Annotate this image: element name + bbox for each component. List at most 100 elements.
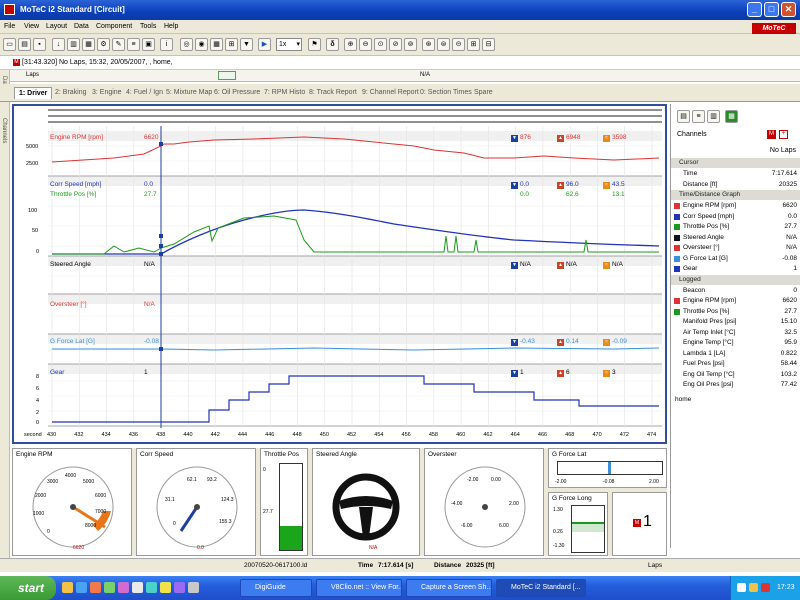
logged-channel-row[interactable]: Beacon 0 xyxy=(671,286,800,296)
zoom-lap-icon[interactable]: ⊞ xyxy=(467,38,480,51)
menu-help[interactable]: Help xyxy=(164,23,178,30)
quicklaunch-icon[interactable] xyxy=(90,582,101,593)
logged-channel-row[interactable]: Engine Temp [°C] 95.9 xyxy=(671,338,800,348)
workbook-icon[interactable]: ▦ xyxy=(82,38,95,51)
zoom-select[interactable]: 1x ▾ xyxy=(276,38,302,51)
maximize-button[interactable]: □ xyxy=(764,2,779,17)
time-distance-graph[interactable]: Engine RPM [rpm] 6620 Corr Speed [mph] 0… xyxy=(12,104,667,444)
zoom-section-icon[interactable]: ⊟ xyxy=(482,38,495,51)
menu-tools[interactable]: Tools xyxy=(140,23,156,30)
zoom-reset-icon[interactable]: ⊚ xyxy=(404,38,417,51)
save-icon[interactable]: ▪ xyxy=(33,38,46,51)
marker-icon[interactable]: ⚑ xyxy=(308,38,321,51)
logged-channel-row[interactable]: Fuel Pres [psi] 58.44 xyxy=(671,359,800,369)
quicklaunch-icon[interactable] xyxy=(174,582,185,593)
graph-channel-row[interactable]: Steered Angle N/A xyxy=(671,233,800,243)
info-icon[interactable]: i xyxy=(160,38,173,51)
task-digiguide[interactable]: DigiGuide xyxy=(240,579,312,597)
tray-icon[interactable] xyxy=(749,583,758,592)
quicklaunch-icon[interactable] xyxy=(76,582,87,593)
channels-tab[interactable]: Channels xyxy=(1,118,7,143)
minimize-button[interactable]: _ xyxy=(747,2,762,17)
task-v8clio[interactable]: V8Clio.net :: View For... xyxy=(316,579,402,597)
open-data-icon[interactable]: ▥ xyxy=(67,38,80,51)
delta-icon[interactable]: δ xyxy=(326,38,339,51)
window-icon[interactable]: ▣ xyxy=(142,38,155,51)
reference-icon[interactable]: ◎ xyxy=(180,38,193,51)
columns-icon[interactable]: ▥ xyxy=(707,110,720,123)
tab-track-report[interactable]: 8: Track Report xyxy=(309,89,357,96)
logged-channel-row[interactable]: Eng Oil Pres [psi] 77.42 xyxy=(671,380,800,390)
add-icon[interactable]: + xyxy=(779,130,788,139)
tab-oil-pressure[interactable]: 6: Oil Pressure xyxy=(214,89,260,96)
tab-channel-report[interactable]: 9: Channel Report xyxy=(362,89,419,96)
cursor-row[interactable]: Time 7:17.614 xyxy=(671,169,800,179)
maths-icon[interactable]: M xyxy=(767,130,776,139)
tab-rpm-histo[interactable]: 7: RPM Histo xyxy=(264,89,305,96)
graph-channel-row[interactable]: Engine RPM [rpm] 6620 xyxy=(671,201,800,211)
green-table-icon[interactable]: ▦ xyxy=(725,110,738,123)
zoom-out-icon[interactable]: ⊖ xyxy=(359,38,372,51)
list-icon[interactable]: ≡ xyxy=(692,110,705,123)
laps-range-slider[interactable] xyxy=(218,71,236,80)
play-icon[interactable]: ▶ xyxy=(258,38,271,51)
quicklaunch-icon[interactable] xyxy=(132,582,143,593)
channels-icon[interactable]: ⊞ xyxy=(225,38,238,51)
filter-icon[interactable]: ▼ xyxy=(240,38,253,51)
graph-channel-row[interactable]: Oversteer [°] N/A xyxy=(671,243,800,253)
edit-icon[interactable]: ✎ xyxy=(112,38,125,51)
tray-icon[interactable] xyxy=(761,583,770,592)
logged-channel-row[interactable]: Engine RPM [rpm] 6620 xyxy=(671,296,800,306)
task-capture[interactable]: Capture a Screen Sh... xyxy=(406,579,492,597)
cursor-row[interactable]: Distance [ft] 20325 xyxy=(671,180,800,190)
task-motec[interactable]: MoTeC i2 Standard [... xyxy=(496,579,586,597)
tab-engine[interactable]: 3: Engine xyxy=(92,89,122,96)
quicklaunch-icon[interactable] xyxy=(118,582,129,593)
graph-channel-row[interactable]: Gear 1 xyxy=(671,264,800,274)
sort-icon[interactable]: ▤ xyxy=(677,110,690,123)
zoom-prev-icon[interactable]: ⊛ xyxy=(422,38,435,51)
new-icon[interactable]: ▭ xyxy=(3,38,16,51)
menu-data[interactable]: Data xyxy=(74,23,89,30)
logged-section[interactable]: Logged xyxy=(671,274,800,285)
quicklaunch-icon[interactable] xyxy=(160,582,171,593)
quicklaunch-icon[interactable] xyxy=(188,582,199,593)
tab-mixture-map[interactable]: 5: Mixture Map xyxy=(166,89,212,96)
logged-channel-row[interactable]: Lambda 1 [LA] 0.822 xyxy=(671,349,800,359)
zoom-next-icon[interactable]: ⊜ xyxy=(437,38,450,51)
start-button[interactable]: start xyxy=(0,576,56,600)
logged-channel-row[interactable]: Throttle Pos [%] 27.7 xyxy=(671,307,800,317)
zoom-fit-icon[interactable]: ⊙ xyxy=(374,38,387,51)
menu-component[interactable]: Component xyxy=(96,23,132,30)
open-icon[interactable]: ▤ xyxy=(18,38,31,51)
quicklaunch-icon[interactable] xyxy=(62,582,73,593)
tab-driver[interactable]: 1: Driver xyxy=(14,87,53,99)
tab-spare[interactable]: Spare xyxy=(474,89,493,96)
zoom-in-icon[interactable]: ⊕ xyxy=(344,38,357,51)
logged-channel-row[interactable]: Eng Oil Temp [°C] 103.2 xyxy=(671,370,800,380)
down-arrow-icon[interactable]: ↓ xyxy=(52,38,65,51)
overlay-icon[interactable]: ◉ xyxy=(195,38,208,51)
graph-channel-row[interactable]: Corr Speed [mph] 0.0 xyxy=(671,212,800,222)
close-button[interactable]: ✕ xyxy=(781,2,796,17)
cursor-section[interactable]: Cursor xyxy=(671,158,800,168)
quicklaunch-icon[interactable] xyxy=(146,582,157,593)
logged-channel-row[interactable]: Air Temp Inlet [°C] 32.5 xyxy=(671,328,800,338)
properties-icon[interactable]: ≡ xyxy=(127,38,140,51)
menu-layout[interactable]: Layout xyxy=(46,23,67,30)
grid-icon[interactable]: ▦ xyxy=(210,38,223,51)
zoom-range-icon[interactable]: ⊘ xyxy=(389,38,402,51)
zoom-all-icon[interactable]: ⊝ xyxy=(452,38,465,51)
graph-channel-row[interactable]: G Force Lat [G] -0.08 xyxy=(671,254,800,264)
menu-file[interactable]: File xyxy=(4,23,15,30)
menu-view[interactable]: View xyxy=(24,23,39,30)
quicklaunch-icon[interactable] xyxy=(104,582,115,593)
logged-channel-row[interactable]: Manifold Pres [psi] 15.10 xyxy=(671,317,800,327)
wrench-icon[interactable]: ⚙ xyxy=(97,38,110,51)
graph-section[interactable]: Time/Distance Graph xyxy=(671,190,800,200)
tab-section-times[interactable]: 0: Section Times xyxy=(420,89,472,96)
graph-channel-row[interactable]: Throttle Pos [%] 27.7 xyxy=(671,222,800,232)
tab-fuel-ign[interactable]: 4: Fuel / Ign xyxy=(126,89,163,96)
tray-icon[interactable] xyxy=(737,583,746,592)
tab-braking[interactable]: 2: Braking xyxy=(55,89,87,96)
